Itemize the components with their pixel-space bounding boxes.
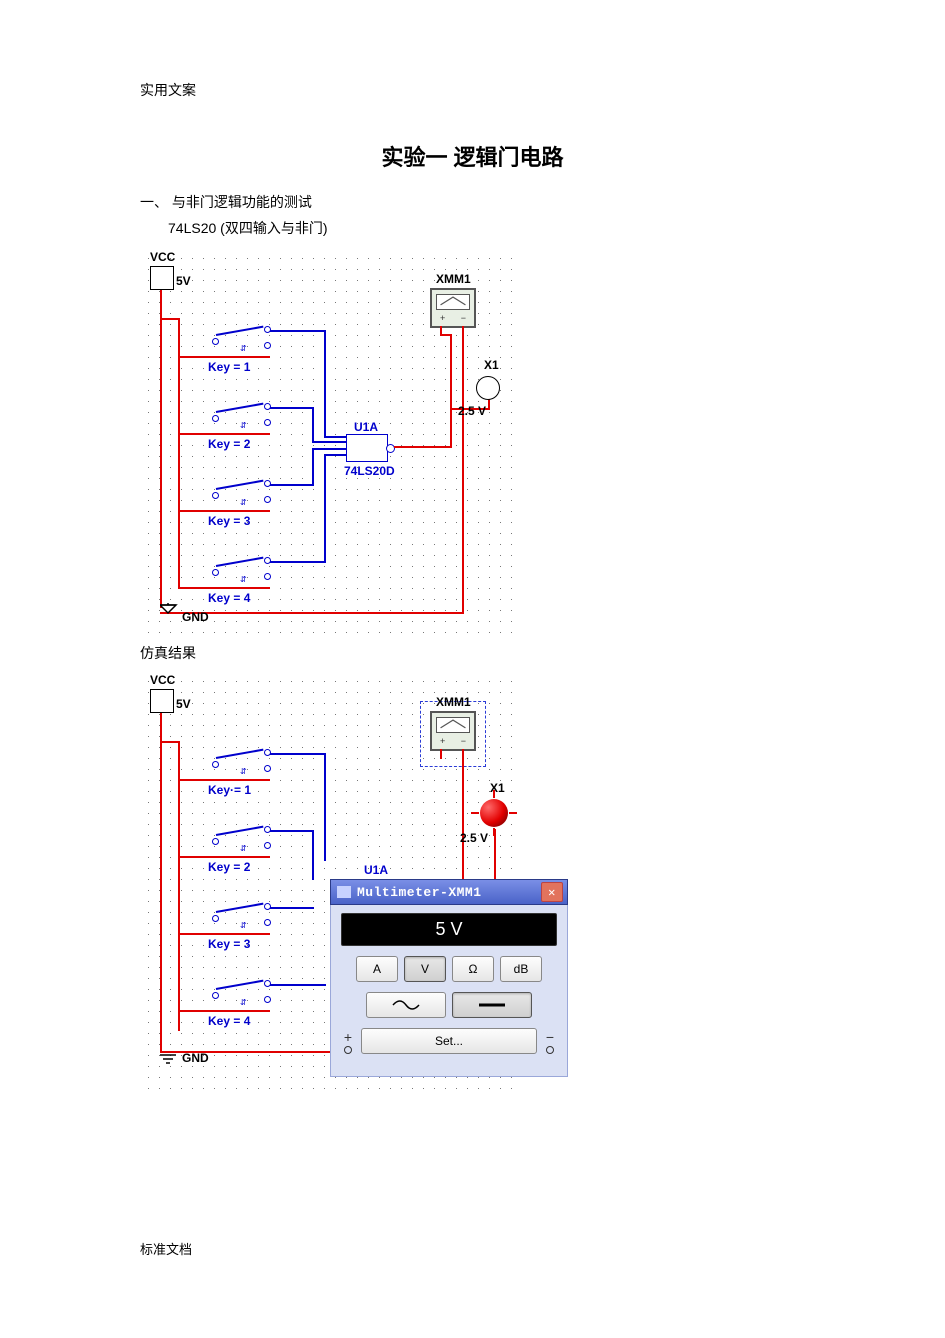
wire [160,741,180,743]
doc-footer: 标准文档 [140,1239,192,1258]
wire [270,753,326,755]
probe-label: X1 [484,358,499,372]
wire [178,856,270,858]
app-icon [337,886,351,898]
wire [270,561,326,563]
multimeter-icon[interactable]: + − [430,711,476,751]
gate-part: 74LS20D [344,464,395,478]
wire [270,830,314,832]
nand-gate [346,434,388,462]
wire [394,446,452,448]
wire [312,448,314,486]
plus-terminal: + [341,1029,355,1054]
key-3-label: Key = 3 [208,514,250,528]
key-1-label: Key = 1 [208,360,250,374]
probe-value: 2.5 V [458,404,486,418]
gnd-icon [160,1051,180,1069]
multimeter-body: 5 V A V Ω dB + Set... [330,905,568,1077]
key-4-label: Key = 4 [208,591,250,605]
section-1-label: 一、 与非门逻辑功能的测试 [140,192,805,212]
wire [178,741,180,1031]
xmm-label: XMM1 [436,695,471,709]
wire [312,830,314,880]
probe-lamp-lit [480,799,508,827]
wire [160,290,162,608]
wire [270,984,326,986]
key-2-label: Key = 2 [208,860,250,874]
set-button[interactable]: Set... [361,1028,537,1054]
wire [178,318,180,588]
unit-ohms-button[interactable]: Ω [452,956,494,982]
page-title: 实验一 逻辑门电路 [140,140,805,172]
wire [178,356,270,358]
vcc-terminal [150,266,174,290]
key-2-label: Key = 2 [208,437,250,451]
wire [324,454,326,563]
wire [270,407,314,409]
wire [312,407,314,443]
vcc-value: 5V [176,697,191,711]
wave-button-row [341,992,557,1018]
vcc-label: VCC [150,673,175,687]
vcc-terminal [150,689,174,713]
multimeter-icon[interactable]: + − [430,288,476,328]
dc-icon [477,999,507,1011]
wire [178,933,270,935]
multimeter-reading: 5 V [341,913,557,946]
wire [440,749,442,759]
wire [270,330,326,332]
wire [178,587,270,589]
set-row: + Set... − [341,1028,557,1054]
wire [160,713,162,1053]
wire [160,318,180,320]
unit-db-button[interactable]: dB [500,956,542,982]
key-3-label: Key = 3 [208,937,250,951]
probe-lamp [476,376,500,400]
key-1-label: Key·= 1 [208,783,251,797]
wire [494,829,496,879]
sine-icon [391,999,421,1011]
ac-button[interactable] [366,992,446,1018]
vcc-value: 5V [176,274,191,288]
wire [450,334,452,448]
wire [178,433,270,435]
multimeter-title-text: Multimeter-XMM1 [357,885,482,900]
gate-id: U1A [364,863,388,877]
wire [178,1010,270,1012]
unit-volts-button[interactable]: V [404,956,446,982]
section-1-sub: 74LS20 (双四输入与非门) [168,218,805,238]
wire [462,326,464,614]
wire [270,484,314,486]
multimeter-window[interactable]: Multimeter-XMM1 ✕ 5 V A V Ω dB [330,879,568,1077]
wire [312,441,346,443]
unit-button-row: A V Ω dB [341,956,557,982]
dc-button[interactable] [452,992,532,1018]
unit-amps-button[interactable]: A [356,956,398,982]
multimeter-titlebar[interactable]: Multimeter-XMM1 ✕ [330,879,568,905]
wire [440,334,452,336]
probe-value: 2.5 V [460,831,488,845]
wire [324,753,326,861]
vcc-label: VCC [150,250,175,264]
xmm-label: XMM1 [436,272,471,286]
doc-header: 实用文案 [140,80,805,100]
wire [324,436,346,438]
close-icon[interactable]: ✕ [541,882,563,902]
key-4-label: Key = 4 [208,1014,250,1028]
circuit-diagram-1: VCC 5V ⇵ Key = 1 ⇵ Key = 2 ⇵ Key = 3 [138,248,518,633]
wire [324,330,326,438]
wire [270,907,314,909]
minus-terminal: − [543,1029,557,1054]
wire [312,448,346,450]
wire [178,510,270,512]
wire [178,779,270,781]
gnd-label: GND [182,1051,209,1065]
wire [324,454,346,456]
wire [462,749,464,879]
circuit-diagram-2: VCC 5V ⇵ Key·= 1 ⇵ Key = 2 ⇵ Key = 3 ⇵ K… [138,671,578,1091]
gate-id: U1A [354,420,378,434]
gnd-label: GND [182,610,209,624]
result-label: 仿真结果 [140,643,805,663]
